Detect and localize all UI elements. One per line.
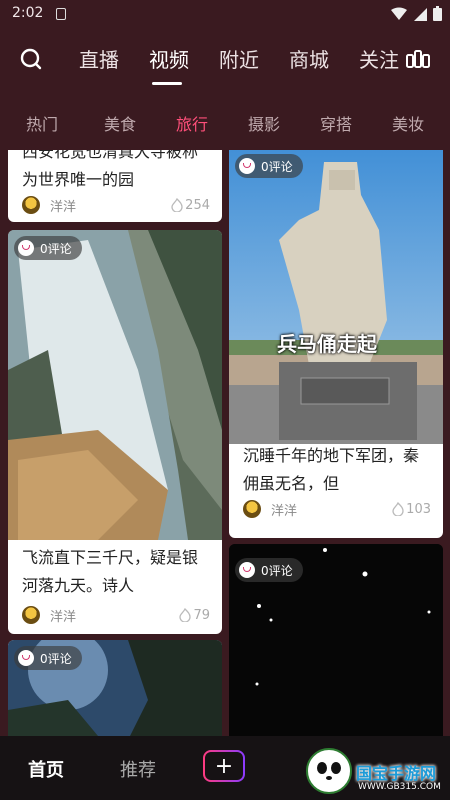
top-nav: 直播 视频 附近 商城 关注 <box>0 28 450 92</box>
comment-badge: 0评论 <box>14 646 82 670</box>
tab-video[interactable]: 视频 <box>134 42 204 73</box>
active-tab-indicator <box>152 82 182 85</box>
plus-icon: + <box>205 752 243 780</box>
comment-count: 0评论 <box>40 241 72 256</box>
statue-image <box>229 150 443 444</box>
battery-icon <box>433 6 442 21</box>
card-likes: 254 <box>171 198 210 213</box>
add-button[interactable]: + <box>203 750 245 782</box>
video-feed[interactable]: 西安花宽也清真大寺被称为世界唯一的园 洋洋 254 0评论 飞流直下三千尺，疑是… <box>0 150 450 736</box>
panda-logo-icon <box>306 748 352 794</box>
card-title: 飞流直下三千尺，疑是银河落九天。诗人 <box>22 548 199 595</box>
comment-count: 0评论 <box>40 651 72 666</box>
tab-mall[interactable]: 商城 <box>274 42 344 73</box>
video-card[interactable]: 0评论 <box>8 640 222 736</box>
card-title: 西安花宽也清真大寺被称为世界唯一的园 <box>22 150 199 189</box>
comment-icon <box>18 240 34 256</box>
top-tabs: 直播 视频 附近 商城 关注 <box>64 42 414 73</box>
notification-icon <box>56 8 66 20</box>
signal-icon <box>414 7 427 21</box>
card-author: 洋洋 <box>271 503 298 519</box>
category-outfit[interactable]: 穿搭 <box>300 100 372 150</box>
card-author: 洋洋 <box>50 609 77 625</box>
channel-manage-button[interactable] <box>400 42 436 78</box>
card-meta: 洋洋 254 <box>22 194 210 216</box>
flame-icon <box>171 198 183 212</box>
wifi-icon <box>391 7 407 20</box>
category-makeup[interactable]: 美妆 <box>372 100 444 150</box>
flame-icon <box>179 608 192 622</box>
card-thumbnail: 0评论 <box>229 544 443 736</box>
comment-count: 0评论 <box>261 563 293 578</box>
card-author: 洋洋 <box>50 199 77 215</box>
card-meta: 洋洋 103 <box>243 498 431 520</box>
comment-icon <box>18 650 34 666</box>
flame-icon <box>392 502 404 516</box>
video-card[interactable]: 0评论 <box>229 544 443 736</box>
bottom-tab-home[interactable]: 首页 <box>28 756 64 782</box>
waterfall-image <box>8 230 222 540</box>
card-likes-count: 79 <box>193 607 210 623</box>
card-likes-count: 254 <box>185 197 210 213</box>
avatar <box>22 196 40 214</box>
panda-face-icon <box>317 762 341 780</box>
watermark-url: WWW.GB315.COM <box>358 782 441 792</box>
status-icons <box>391 6 442 21</box>
search-icon[interactable] <box>20 48 42 70</box>
card-likes: 79 <box>179 608 210 623</box>
comment-badge: 0评论 <box>235 558 303 582</box>
comment-badge: 0评论 <box>235 154 303 178</box>
avatar <box>243 500 261 518</box>
category-food[interactable]: 美食 <box>84 100 156 150</box>
comment-count: 0评论 <box>261 159 293 174</box>
card-title: 沉睡千年的地下军团，秦佣虽无名，但 <box>243 446 420 493</box>
card-likes-count: 103 <box>406 501 431 517</box>
tab-live[interactable]: 直播 <box>64 42 134 73</box>
video-card[interactable]: 0评论 兵马俑走起 沉睡千年的地下军团，秦佣虽无名，但 洋洋 103 <box>229 150 443 538</box>
bottom-tab-recommend[interactable]: 推荐 <box>120 756 156 782</box>
video-card[interactable]: 西安花宽也清真大寺被称为世界唯一的园 洋洋 254 <box>8 150 222 222</box>
category-travel[interactable]: 旅行 <box>156 100 228 150</box>
card-likes: 103 <box>392 502 431 517</box>
comment-icon <box>239 158 255 174</box>
video-overlay-text: 兵马俑走起 <box>277 332 377 356</box>
watermark: 国宝手游网 WWW.GB315.COM <box>300 742 450 800</box>
category-nav: 热门 美食 旅行 摄影 穿搭 美妆 <box>0 100 450 150</box>
status-time: 2:02 <box>12 5 44 21</box>
card-thumbnail: 0评论 兵马俑走起 <box>229 150 443 444</box>
comment-icon <box>239 562 255 578</box>
comment-badge: 0评论 <box>14 236 82 260</box>
tab-nearby[interactable]: 附近 <box>204 42 274 73</box>
avatar <box>22 606 40 624</box>
category-hot[interactable]: 热门 <box>0 100 84 150</box>
card-thumbnail: 0评论 <box>8 230 222 540</box>
channel-list-icon <box>406 50 430 68</box>
status-bar: 2:02 <box>0 0 450 28</box>
card-meta: 洋洋 79 <box>22 604 210 626</box>
card-thumbnail: 0评论 <box>8 640 222 736</box>
category-photo[interactable]: 摄影 <box>228 100 300 150</box>
watermark-text: 国宝手游网 <box>356 764 437 783</box>
video-card[interactable]: 0评论 飞流直下三千尺，疑是银河落九天。诗人 洋洋 79 <box>8 230 222 634</box>
